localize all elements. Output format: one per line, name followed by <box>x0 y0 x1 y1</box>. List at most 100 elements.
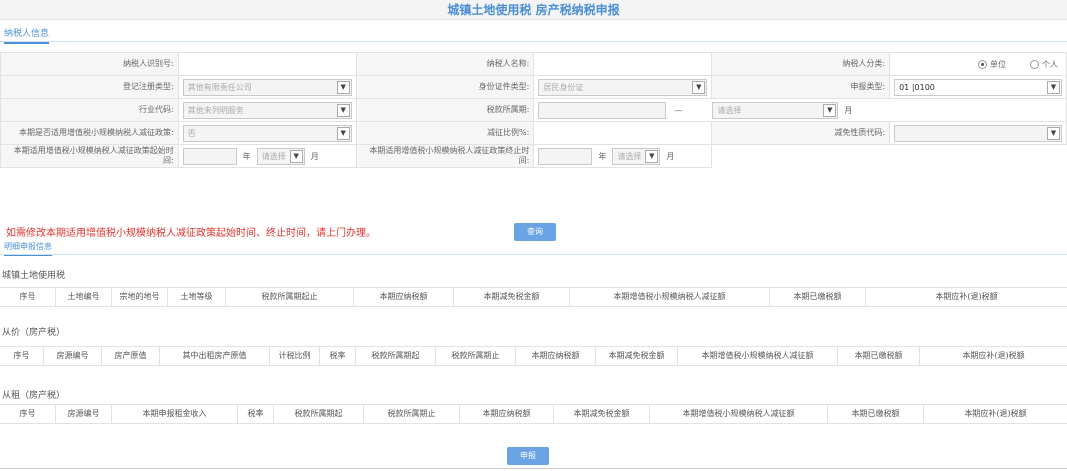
end-month-select[interactable]: 请选择 ▼ <box>612 147 661 165</box>
chevron-down-icon: ▼ <box>336 126 350 140</box>
section-title-land: 城镇土地使用税 <box>2 271 66 281</box>
start-time-label: 本期适用增值税小规模纳税人减征政策起始时间: <box>0 144 179 168</box>
period-start-input[interactable] <box>538 101 667 119</box>
divider <box>0 254 1067 255</box>
column-header: 土地编号 <box>56 288 112 306</box>
reg-type-value: 其他有限责任公司 <box>187 82 252 92</box>
column-header: 税款所属期起止 <box>226 288 354 306</box>
taxpayer-id-value <box>177 52 357 76</box>
period-label: 税款所属期: <box>355 98 535 122</box>
chevron-down-icon: ▼ <box>645 149 659 163</box>
industry-value: 其他未列明服务 <box>187 105 244 115</box>
start-month-placeholder: 请选择 <box>261 151 286 161</box>
industry-select[interactable]: 其他未列明服务 ▼ <box>182 101 352 119</box>
column-header: 本期已缴税额 <box>838 347 920 365</box>
end-year-input[interactable] <box>538 147 593 165</box>
reg-type-select[interactable]: 其他有限责任公司 ▼ <box>182 78 352 96</box>
column-header: 税款所属期起 <box>356 347 436 365</box>
section-title-rent: 从租（房产税） <box>2 391 66 401</box>
end-month-unit: 月 <box>666 151 675 161</box>
chevron-down-icon: ▼ <box>336 103 350 117</box>
report-type-value: 01 |0100 <box>899 82 935 92</box>
submit-button[interactable]: 申报 <box>507 447 549 465</box>
taxpayer-form: 纳税人识别号: 纳税人名称: 纳税人分类: 单位 个人 登记注册类型: 其他有限… <box>0 52 1067 168</box>
chevron-down-icon: ▼ <box>1047 126 1060 140</box>
column-header: 序号 <box>0 288 56 306</box>
table-header-price: 序号 房源编号 房产原值 其中出租房产原值 计税比例 税率 税款所属期起 税款所… <box>0 346 1067 366</box>
column-header: 本期应纳税额 <box>516 347 596 365</box>
chevron-down-icon: ▼ <box>1047 80 1060 94</box>
column-header: 税款所属期起 <box>274 405 364 423</box>
reg-type-label: 登记注册类型: <box>0 75 179 99</box>
warning-text: 如需修改本期适用增值税小规模纳税人减征政策起始时间、终止时间，请上门办理。 <box>6 228 376 239</box>
reduction-nature-select[interactable]: ▼ <box>894 124 1062 142</box>
query-button[interactable]: 查询 <box>514 223 556 241</box>
column-header: 计税比例 <box>270 347 320 365</box>
tab-taxpayer-info[interactable]: 纳税人信息 <box>4 26 50 44</box>
column-header: 本期应补(退)税额 <box>962 351 1025 360</box>
column-header: 税款所属期止 <box>436 347 516 365</box>
table-header-land: 序号 土地编号 宗地的地号 土地等级 税款所属期起止 本期应纳税额 本期减免税金… <box>0 287 1067 307</box>
industry-label: 行业代码: <box>0 98 179 122</box>
chevron-down-icon: ▼ <box>823 103 837 117</box>
id-type-select[interactable]: 居民身份证 ▼ <box>538 78 708 96</box>
column-header: 本期减免税金额 <box>596 347 678 365</box>
radio-unit-dot <box>978 59 987 69</box>
end-time-label: 本期适用增值税小规模纳税人减征政策终止时间: <box>355 144 535 168</box>
taxpayer-id-label: 纳税人识别号: <box>0 52 179 76</box>
column-header: 本期增值税小规模纳税人减征额 <box>650 405 828 423</box>
end-month-placeholder: 请选择 <box>617 151 642 161</box>
radio-individual-label: 个人 <box>1042 59 1058 69</box>
column-header: 本期应补(退)税额 <box>935 292 998 301</box>
column-header: 本期增值税小规模纳税人减征额 <box>570 288 770 306</box>
small-scale-label: 本期是否适用增值税小规模纳税人减征政策: <box>0 121 179 145</box>
reduction-ratio-label: 减征比例%: <box>355 121 535 145</box>
bottom-border <box>0 468 1067 469</box>
column-header: 本期应纳税额 <box>354 288 454 306</box>
report-type-label: 申报类型: <box>711 75 891 99</box>
period-month-unit: 月 <box>844 105 853 115</box>
taxpayer-name-label: 纳税人名称: <box>355 52 535 76</box>
start-month-unit: 月 <box>310 151 319 161</box>
empty-cell <box>890 145 1067 168</box>
small-scale-value: 否 <box>187 128 196 138</box>
start-year-input[interactable] <box>182 147 237 165</box>
end-year-unit: 年 <box>598 151 607 161</box>
column-header: 本期应补(退)税额 <box>964 409 1027 418</box>
tab-bar: 纳税人信息 <box>0 20 1067 44</box>
period-month-placeholder: 请选择 <box>717 105 742 115</box>
column-header: 房源编号 <box>56 405 112 423</box>
reduction-nature-label: 减免性质代码: <box>711 121 891 145</box>
column-header: 土地等级 <box>168 288 226 306</box>
column-header: 本期已缴税额 <box>828 405 924 423</box>
column-header: 税率 <box>320 347 356 365</box>
taxpayer-name-value <box>533 52 713 76</box>
column-header: 其中出租房产原值 <box>160 347 270 365</box>
report-type-select[interactable]: 01 |0100 ▼ <box>894 78 1062 96</box>
start-month-select[interactable]: 请选择 ▼ <box>256 147 305 165</box>
column-header: 税率 <box>238 405 274 423</box>
period-month-select[interactable]: 请选择 ▼ <box>712 101 839 119</box>
period-separator: — <box>674 105 683 115</box>
column-header: 本期已缴税额 <box>770 288 866 306</box>
chevron-down-icon: ▼ <box>289 149 303 163</box>
column-header: 宗地的地号 <box>112 288 168 306</box>
radio-individual-dot <box>1030 59 1039 69</box>
column-header: 房产原值 <box>102 347 160 365</box>
small-scale-select[interactable]: 否 ▼ <box>182 124 352 142</box>
chevron-down-icon: ▼ <box>336 80 350 94</box>
column-header: 本期减免税金额 <box>554 405 650 423</box>
taxpayer-type-label: 纳税人分类: <box>711 52 891 76</box>
radio-unit-label: 单位 <box>990 59 1006 69</box>
radio-unit[interactable]: 单位 <box>978 59 1006 70</box>
page-title: 城镇土地使用税 房产税纳税申报 <box>0 0 1067 20</box>
taxpayer-type-radios: 单位 个人 <box>889 52 1067 76</box>
column-header: 税款所属期止 <box>364 405 460 423</box>
column-header: 序号 <box>0 347 44 365</box>
column-header: 房源编号 <box>44 347 102 365</box>
id-type-label: 身份证件类型: <box>355 75 535 99</box>
chevron-down-icon: ▼ <box>692 80 706 94</box>
empty-cell <box>712 145 890 168</box>
radio-individual[interactable]: 个人 <box>1030 59 1058 70</box>
column-header: 本期减免税金额 <box>454 288 570 306</box>
